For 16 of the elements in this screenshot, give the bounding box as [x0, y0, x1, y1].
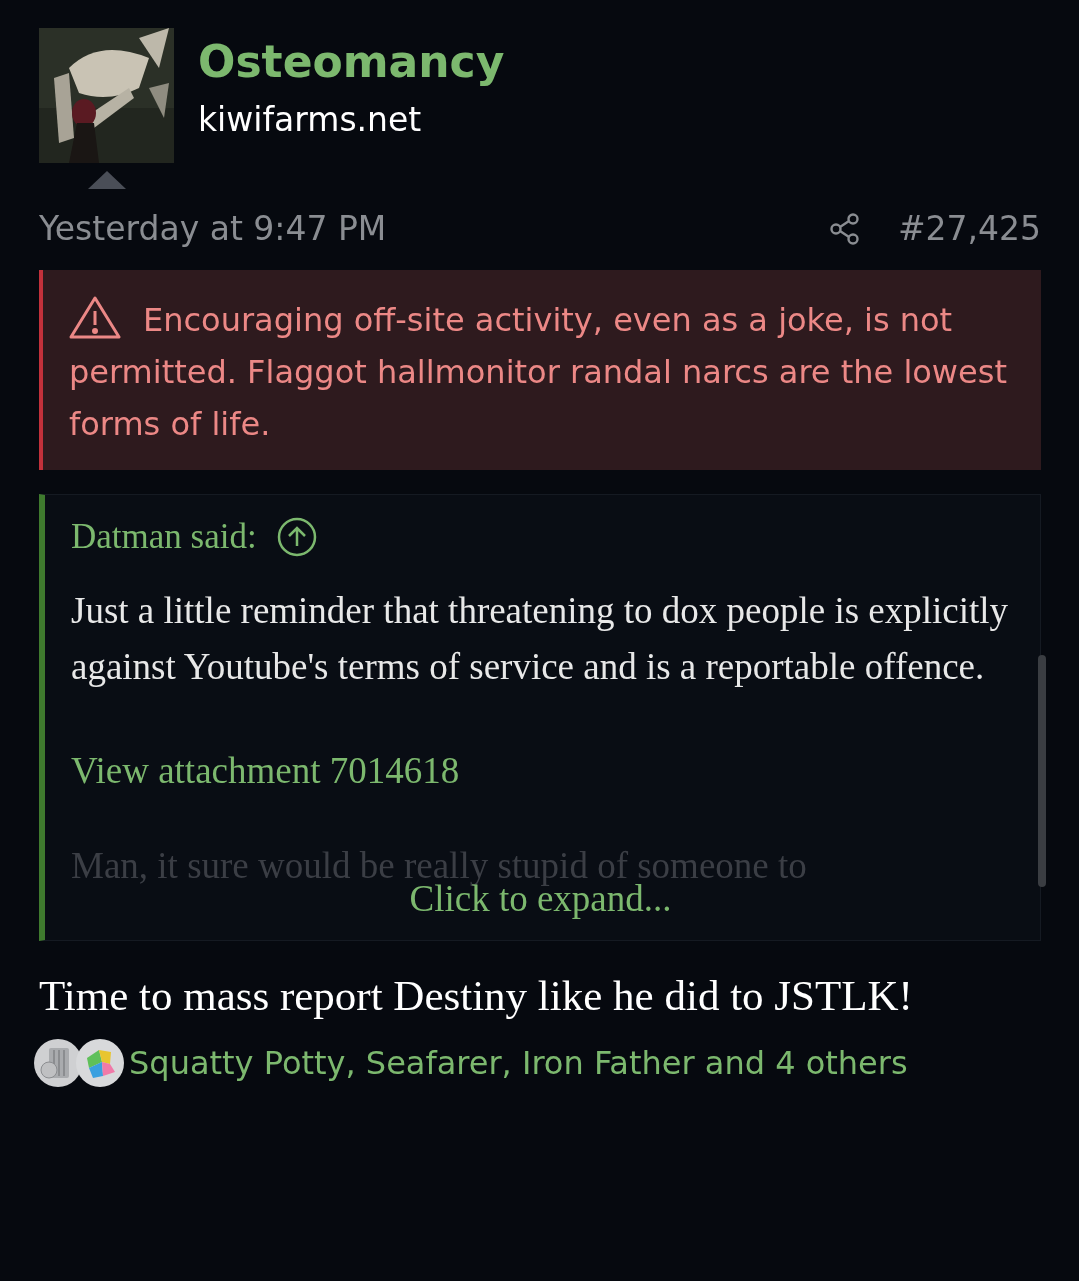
warning-icon	[69, 295, 121, 339]
username[interactable]: Osteomancy	[198, 38, 505, 87]
post-number[interactable]: #27,425	[897, 209, 1041, 248]
reaction-list[interactable]: Squatty Potty, Seafarer, Iron Father and 4 others	[129, 1044, 908, 1082]
scrollbar[interactable]	[1038, 655, 1046, 887]
quote-text: Just a little reminder that threatening to dox people is explicitly against Youtube's terms of service and is a reportable offence.	[71, 589, 1010, 689]
quote-author[interactable]: Datman said:	[71, 517, 257, 557]
post-text: Time to mass report Destiny like he did to JSTLK!	[39, 971, 914, 1021]
arrow-up-icon[interactable]	[276, 517, 317, 557]
pointer-icon	[87, 171, 126, 189]
puzzle-icon[interactable]	[75, 1038, 125, 1088]
attachment-link[interactable]: View attachment 7014618	[71, 749, 460, 792]
warning-message: Encouraging off-site activity, even as a joke, is not permitted. Flaggot hallmonitor randal narcs are the lowest forms of life.	[39, 270, 1041, 470]
post-time[interactable]: Yesterday at 9:47 PM	[39, 209, 828, 248]
site-name: kiwifarms.net	[198, 100, 423, 140]
share-icon[interactable]	[827, 211, 862, 246]
